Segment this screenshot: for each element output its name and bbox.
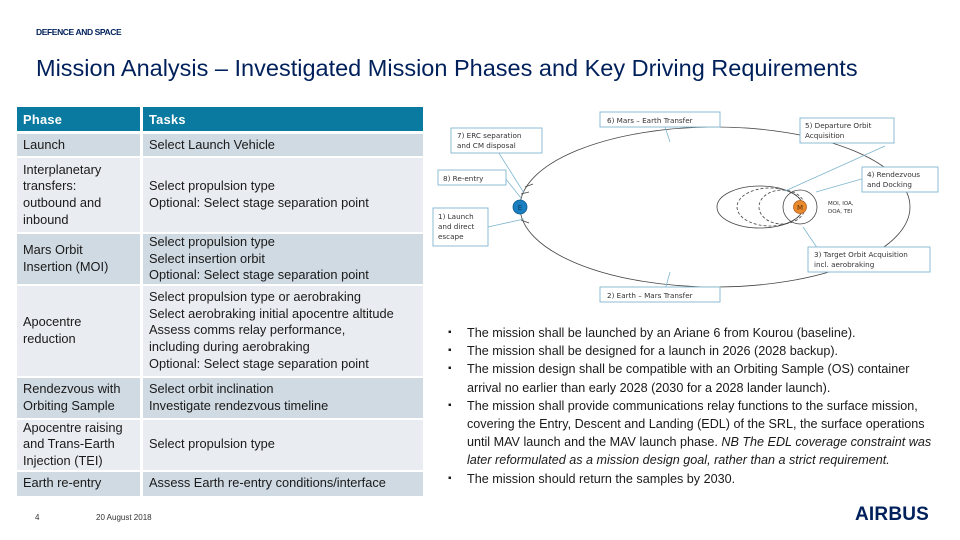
table-row: Earth re-entry Assess Earth re-entry cond… bbox=[17, 471, 423, 498]
label-launch-line-2: and direct bbox=[438, 222, 475, 231]
task-text: Investigate rendezvous timeline bbox=[149, 397, 329, 413]
table-row: Apocentre reduction Select propulsion type… bbox=[17, 285, 423, 378]
tasks-cell: Select orbit inclination Investigate rend… bbox=[143, 377, 423, 420]
task-text: including during aerobraking bbox=[149, 339, 310, 355]
label-launch-line-3: escape bbox=[438, 232, 464, 241]
label-mars-earth-transfer: 6) Mars – Earth Transfer bbox=[607, 116, 693, 125]
table-row: Interplanetary transfers: outbound and inbo… bbox=[17, 158, 423, 234]
phase-cell: Mars Orbit Insertion (MOI) bbox=[17, 234, 143, 286]
requirement-text: The mission design shall be compatible w… bbox=[467, 362, 910, 395]
bullet-icon: ▪ bbox=[448, 345, 452, 357]
phase-text: Rendezvous with bbox=[23, 381, 121, 397]
label-earth-mars-transfer: 2) Earth – Mars Transfer bbox=[607, 291, 693, 300]
phase-text: Apocentre raising bbox=[23, 419, 123, 435]
mission-phases-diagram: E M MOI, IOA, DOA, TEI 6) Mars – Earth T… bbox=[432, 111, 939, 303]
phases-table: Phase Tasks Launch Select Launch Vehicle I… bbox=[17, 107, 423, 498]
task-text: Assess Earth re-entry conditions/interfa… bbox=[149, 475, 386, 491]
task-text: Select insertion orbit bbox=[149, 250, 265, 266]
phase-cell: Rendezvous with Orbiting Sample bbox=[17, 377, 143, 420]
task-text: Optional: Select stage separation point bbox=[149, 355, 369, 371]
requirement-text: The mission shall be launched by an Aria… bbox=[467, 326, 856, 340]
phase-text: Mars Orbit bbox=[23, 242, 83, 258]
page-number: 4 bbox=[35, 513, 40, 522]
label-rendezvous-line-1: 4) Rendezvous bbox=[867, 170, 920, 179]
task-text: Optional: Select stage separation point bbox=[149, 267, 369, 283]
requirement-item: ▪ The mission should return the samples b… bbox=[448, 470, 938, 488]
phase-cell: Apocentre reduction bbox=[17, 285, 143, 378]
label-erc-line-1: 7) ERC separation bbox=[457, 131, 521, 140]
tasks-cell: Select propulsion type or aerobraking Sel… bbox=[143, 285, 423, 378]
label-departure-line-2: Acquisition bbox=[805, 131, 844, 140]
task-text: Select orbit inclination bbox=[149, 381, 274, 397]
phase-text: Apocentre bbox=[23, 314, 82, 330]
task-text: Assess comms relay performance, bbox=[149, 322, 346, 338]
mars-note-line-2: DOA, TEI bbox=[828, 209, 853, 215]
table-header-row: Phase Tasks bbox=[17, 107, 423, 134]
organization-label: DEFENCE AND SPACE bbox=[36, 27, 122, 37]
table-row: Rendezvous with Orbiting Sample Select orb… bbox=[17, 377, 423, 420]
task-text: Select propulsion type bbox=[149, 178, 275, 194]
bullet-icon: ▪ bbox=[448, 327, 452, 338]
requirement-item: ▪ The mission design shall be compatible … bbox=[448, 360, 938, 396]
task-text: Select Launch Vehicle bbox=[149, 136, 275, 152]
task-text: Optional: Select stage separation point bbox=[149, 195, 369, 210]
earth-label: E bbox=[518, 204, 522, 212]
label-launch-line-1: 1) Launch bbox=[438, 212, 474, 221]
tasks-cell: Assess Earth re-entry conditions/interfa… bbox=[143, 471, 423, 498]
tasks-cell: Select propulsion type Select insertion o… bbox=[143, 234, 423, 286]
bullet-icon: ▪ bbox=[448, 363, 452, 375]
phase-cell: Interplanetary transfers: outbound and inbo… bbox=[17, 158, 143, 234]
label-reentry: 8) Re-entry bbox=[443, 174, 484, 183]
tasks-cell: Select propulsion type Optional: Select s… bbox=[143, 158, 423, 234]
mars-note-line-1: MOI, IOA, bbox=[828, 201, 854, 207]
task-text: Select propulsion type bbox=[149, 234, 275, 249]
page-title: Mission Analysis – Investigated Mission … bbox=[36, 55, 858, 81]
tasks-cell: Select Launch Vehicle bbox=[143, 134, 423, 158]
label-erc-line-2: and CM disposal bbox=[457, 141, 516, 150]
task-text: Select propulsion type bbox=[149, 436, 275, 452]
phase-text: Orbiting Sample bbox=[23, 397, 115, 413]
label-rendezvous-line-2: and Docking bbox=[867, 180, 912, 189]
phase-text: Injection (TEI) bbox=[23, 452, 103, 468]
phase-text: reduction bbox=[23, 330, 76, 346]
task-text: Select propulsion type or aerobraking bbox=[149, 289, 361, 305]
table-row: Launch Select Launch Vehicle bbox=[17, 134, 423, 158]
tasks-cell: Select propulsion type bbox=[143, 419, 423, 472]
phase-cell: Launch bbox=[17, 134, 143, 158]
label-target-orbit-line-2: incl. aerobraking bbox=[814, 260, 874, 269]
phase-cell: Apocentre raising and Trans-Earth Injectio… bbox=[17, 419, 143, 472]
mars-label: M bbox=[797, 204, 803, 212]
phase-text: and Trans-Earth bbox=[23, 436, 115, 452]
bullet-icon: ▪ bbox=[448, 472, 452, 484]
requirement-text: The mission should return the samples by… bbox=[467, 471, 736, 486]
airbus-logo: AIRBUS bbox=[855, 504, 930, 525]
phase-text: Earth re-entry bbox=[23, 475, 102, 491]
phase-text: outbound and bbox=[23, 195, 102, 210]
phase-cell: Earth re-entry bbox=[17, 471, 143, 498]
table-row: Apocentre raising and Trans-Earth Injectio… bbox=[17, 419, 423, 472]
requirement-item: ▪ The mission shall provide communication… bbox=[448, 397, 938, 470]
table-row: Mars Orbit Insertion (MOI) Select propulsi… bbox=[17, 234, 423, 286]
phase-text: Insertion (MOI) bbox=[23, 258, 109, 274]
requirements-list: ▪ The mission shall be launched by an Ari… bbox=[448, 324, 938, 488]
phase-text: transfers: bbox=[23, 178, 77, 194]
phase-text: inbound bbox=[23, 211, 69, 227]
task-text: Select aerobraking initial apocentre alt… bbox=[149, 305, 394, 321]
label-departure-line-1: 5) Departure Orbit bbox=[805, 121, 872, 130]
requirement-item: ▪ The mission shall be designed for a lau… bbox=[448, 342, 938, 360]
column-header-phase: Phase bbox=[17, 107, 143, 134]
phase-text: Interplanetary bbox=[23, 161, 102, 177]
bullet-icon: ▪ bbox=[448, 399, 452, 411]
column-header-tasks: Tasks bbox=[143, 107, 423, 134]
requirement-item: ▪ The mission shall be launched by an Ari… bbox=[448, 324, 938, 342]
phase-text: Launch bbox=[23, 136, 65, 152]
requirement-text: The mission shall be designed for a laun… bbox=[467, 344, 839, 359]
footer-date: 20 August 2018 bbox=[96, 513, 152, 522]
label-target-orbit-line-1: 3) Target Orbit Acquisition bbox=[814, 250, 908, 259]
